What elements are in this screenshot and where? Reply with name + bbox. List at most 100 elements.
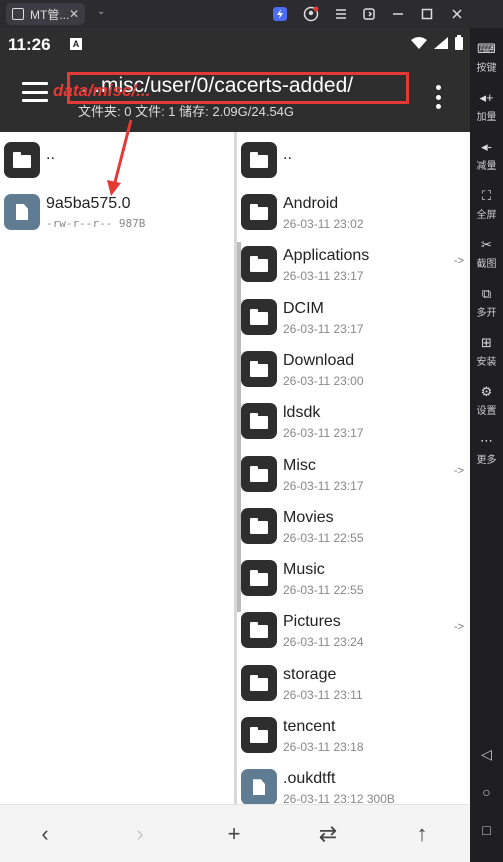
close-icon[interactable] [450,7,464,21]
file-row[interactable]: Pictures 26-03-11 23:24 -> [237,606,470,658]
side-item-4[interactable]: ✂ 截图 [470,238,503,271]
file-name: Misc [283,456,316,474]
annotation-label: data/misc/... [53,81,151,100]
side-item-label: 安装 [476,357,497,368]
hamburger-menu-icon[interactable] [22,82,48,102]
symlink-indicator: -> [453,621,464,634]
window-tab[interactable]: MT管... ✕ [6,3,85,25]
folder-icon [241,298,277,335]
file-row[interactable]: DCIM 26-03-11 23:17 [237,293,470,345]
file-date: 26-03-11 23:17 [283,269,364,284]
file-row[interactable]: Applications 26-03-11 23:17 -> [237,240,470,292]
nav-home-icon[interactable]: ○ [470,784,503,800]
right-pane: .. Android 26-03-11 23:02 Applications 26-0… [237,132,470,804]
pin-icon[interactable] [362,7,376,21]
symlink-indicator: -> [453,255,464,268]
folder-icon [241,717,277,753]
keyboard-icon: ⌨ [477,41,496,56]
file-name: tencent [283,718,336,735]
file-date: 26-03-11 23:17 [283,321,364,336]
forward-button[interactable]: › [125,819,155,849]
multi-instance-icon: ⧉ [481,286,492,301]
account-icon[interactable] [303,6,319,22]
nav-back-icon[interactable]: ◁ [470,746,503,763]
file-row[interactable]: Android 26-03-11 23:02 [237,188,470,240]
file-row[interactable]: tencent 26-03-11 23:18 [237,711,470,763]
folder-icon [241,560,277,597]
side-item-label: 截图 [476,259,497,270]
file-name: Music [283,561,325,579]
file-row[interactable]: 9a5ba575.0 -rw-r--r-- 987B [0,188,234,240]
file-name: Movies [283,508,334,526]
file-name: .. [46,146,55,163]
tab-close-icon[interactable]: ✕ [69,7,79,21]
side-item-label: 按键 [476,63,497,74]
file-icon [4,194,40,230]
file-row[interactable]: Music 26-03-11 22:55 [237,554,470,606]
file-name: .. [283,146,292,163]
file-icon [241,769,277,804]
parent-dir-row[interactable]: .. [237,136,470,188]
status-badge: A [70,38,82,50]
side-item-5[interactable]: ⧉ 多开 [470,286,503,320]
file-name: 9a5ba575.0 [46,195,131,212]
folder-icon [241,246,277,283]
file-row[interactable]: Misc 26-03-11 23:17 -> [237,450,470,502]
app-badge-icon[interactable] [272,6,288,22]
menu-icon[interactable] [334,7,348,21]
file-date: 26-03-11 23:12 300B [283,792,395,804]
side-item-8[interactable]: ⋯ 更多 [470,433,503,467]
file-name: storage [283,665,337,683]
side-item-0[interactable]: ⌨ 按键 [470,41,503,75]
side-item-label: 加量 [476,112,497,123]
nav-recents-icon[interactable]: □ [470,822,503,838]
status-bar: 11:26 A [0,28,470,60]
folder-icon [241,664,277,701]
file-date: 26-03-11 23:02 [283,217,364,231]
file-name: Pictures [283,613,341,631]
app-icon [12,8,24,20]
mt-manager-app: 11:26 A …misc/user/0/cacerts-added/ 文件夹:… [0,28,470,862]
side-item-label: 更多 [476,455,497,466]
side-item-1[interactable]: ◂+ 加量 [470,90,503,124]
folder-icon [241,350,277,387]
window-title-bar: MT管... ✕ ⌄ [0,0,503,28]
side-item-3[interactable]: ⛶ 全屏 [470,189,503,222]
left-pane: .. 9a5ba575.0 -rw-r--r-- 987B [0,132,234,804]
side-item-label: 设置 [476,406,497,417]
folder-icon [241,455,277,492]
more-icon: ⋯ [480,433,493,448]
file-date: 26-03-11 22:55 [283,583,364,598]
file-row[interactable]: storage 26-03-11 23:11 [237,659,470,711]
more-options-icon[interactable] [435,85,441,109]
side-item-6[interactable]: ⊞ 安装 [470,335,503,369]
file-row[interactable]: .oukdtft 26-03-11 23:12 300B [237,763,470,804]
folder-icon [241,403,277,440]
side-item-7[interactable]: ⚙ 设置 [470,384,503,418]
battery-icon [455,35,463,50]
volume-up-icon: ◂+ [479,90,494,105]
file-row[interactable]: ldsdk 26-03-11 23:17 [237,397,470,449]
back-button[interactable]: ‹ [30,819,60,849]
add-button[interactable]: + [219,819,249,849]
settings-icon: ⚙ [480,384,493,399]
wifi-icon [411,37,427,49]
status-time: 11:26 [8,35,51,54]
up-button[interactable]: ↑ [407,819,437,849]
file-row[interactable]: Download 26-03-11 23:00 [237,345,470,397]
tab-title: MT管... [30,7,70,22]
file-row[interactable]: Movies 26-03-11 22:55 [237,502,470,554]
parent-dir-row[interactable]: .. [0,136,234,188]
side-item-2[interactable]: ◂- 减量 [470,140,503,173]
tab-menu-chevron-icon[interactable]: ⌄ [97,6,105,17]
apk-icon: ⊞ [481,335,492,350]
minimize-icon[interactable] [391,7,405,21]
folder-icon [241,612,277,649]
folder-icon [241,194,277,230]
file-name: ldsdk [283,404,321,422]
swap-panes-button[interactable]: ⇄ [313,819,343,849]
symlink-indicator: -> [453,464,464,477]
maximize-icon[interactable] [420,7,434,21]
file-date: 26-03-11 23:17 [283,426,364,441]
file-date: 26-03-11 23:24 [283,635,364,650]
